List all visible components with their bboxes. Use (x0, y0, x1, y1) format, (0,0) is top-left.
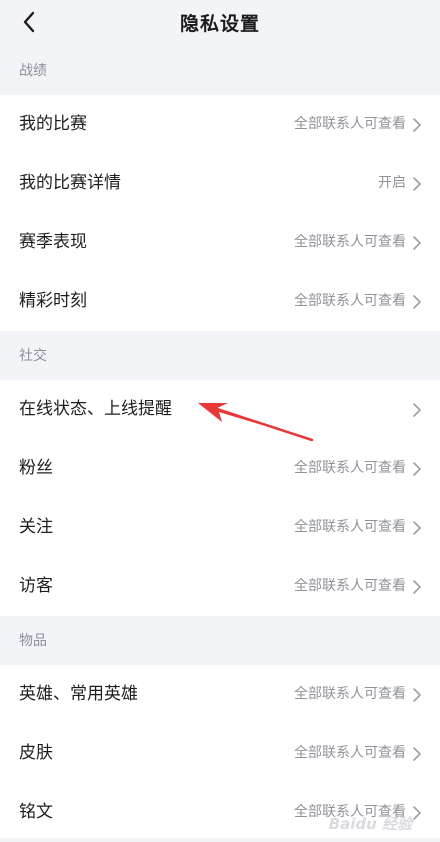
chevron-right-icon (413, 118, 421, 132)
row-label: 铭文 (19, 802, 53, 822)
chevron-right-icon (413, 521, 421, 535)
row-value: 全部联系人可查看 (294, 460, 406, 476)
section-header-record: 战绩 (0, 46, 440, 94)
row-followers[interactable]: 粉丝 全部联系人可查看 (0, 439, 440, 498)
chevron-right-icon (413, 806, 421, 820)
chevron-right-icon (413, 747, 421, 761)
row-label: 皮肤 (19, 743, 53, 763)
page-title: 隐私设置 (179, 13, 260, 35)
row-value: 全部联系人可查看 (294, 686, 406, 702)
section-header-items: 物品 (0, 616, 440, 664)
row-my-matches[interactable]: 我的比赛 全部联系人可查看 (0, 95, 440, 154)
row-label: 精彩时刻 (19, 291, 87, 311)
chevron-right-icon (413, 462, 421, 476)
row-following[interactable]: 关注 全部联系人可查看 (0, 498, 440, 557)
row-skins[interactable]: 皮肤 全部联系人可查看 (0, 724, 440, 783)
row-value: 全部联系人可查看 (294, 116, 406, 132)
row-visitors[interactable]: 访客 全部联系人可查看 (0, 557, 440, 616)
row-label: 我的比赛 (19, 114, 87, 134)
row-label: 访客 (19, 576, 53, 596)
chevron-right-icon (413, 295, 421, 309)
row-label: 在线状态、上线提醒 (19, 399, 172, 419)
row-label: 我的比赛详情 (19, 173, 121, 193)
row-label: 粉丝 (19, 458, 53, 478)
row-label: 关注 (19, 517, 53, 537)
row-value: 全部联系人可查看 (294, 519, 406, 535)
row-label: 赛季表现 (19, 232, 87, 252)
row-highlights[interactable]: 精彩时刻 全部联系人可查看 (0, 272, 440, 331)
chevron-right-icon (413, 177, 421, 191)
row-heroes[interactable]: 英雄、常用英雄 全部联系人可查看 (0, 665, 440, 724)
row-value: 全部联系人可查看 (294, 293, 406, 309)
row-season-performance[interactable]: 赛季表现 全部联系人可查看 (0, 213, 440, 272)
row-online-status[interactable]: 在线状态、上线提醒 (0, 380, 440, 439)
chevron-right-icon (413, 580, 421, 594)
chevron-right-icon (413, 403, 421, 417)
section-header-social: 社交 (0, 331, 440, 379)
row-value: 全部联系人可查看 (294, 234, 406, 250)
row-value: 全部联系人可查看 (294, 745, 406, 761)
watermark: Baidu 经验 (328, 815, 412, 833)
row-match-details[interactable]: 我的比赛详情 开启 (0, 154, 440, 213)
row-label: 英雄、常用英雄 (19, 684, 138, 704)
row-value: 开启 (378, 175, 406, 191)
row-value: 全部联系人可查看 (294, 578, 406, 594)
top-bar: 隐私设置 (0, 0, 440, 44)
chevron-right-icon (413, 688, 421, 702)
chevron-right-icon (413, 236, 421, 250)
